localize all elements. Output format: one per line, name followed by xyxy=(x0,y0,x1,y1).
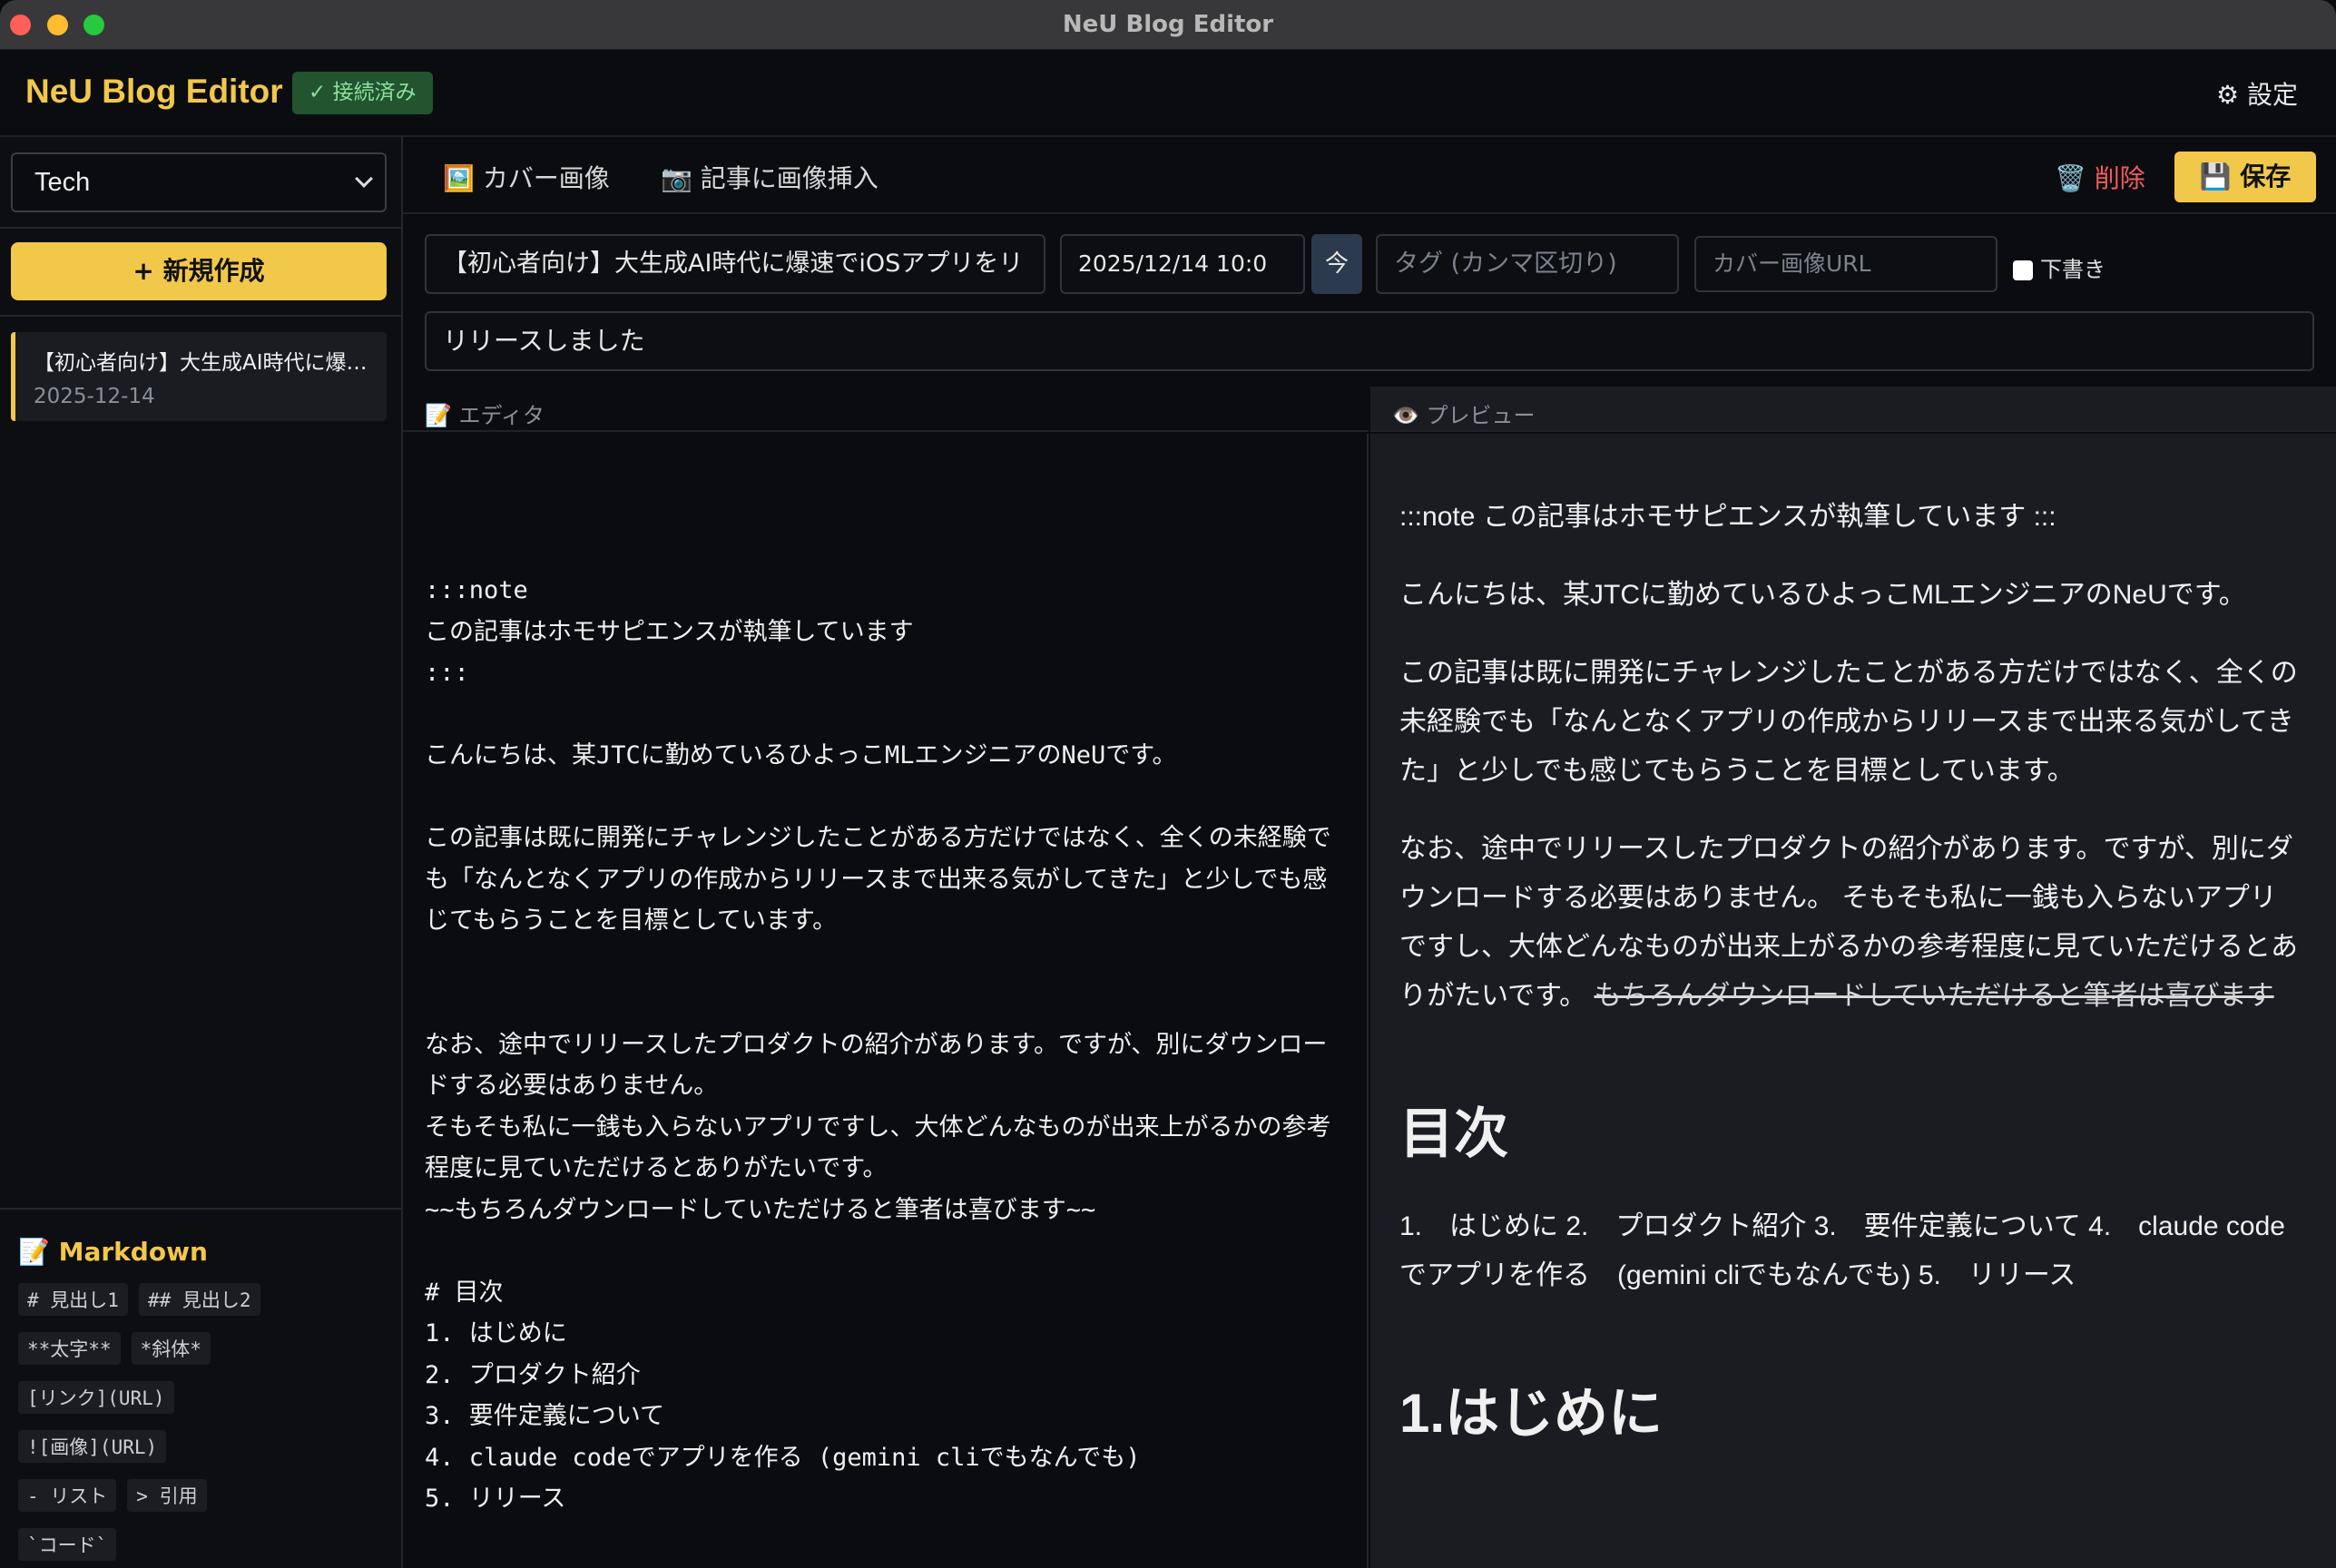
delete-button[interactable]: 🗑️ 削除 xyxy=(2055,159,2145,195)
new-post-button[interactable]: + 新規作成 xyxy=(11,242,387,300)
connection-status-badge: ✓ 接続済み xyxy=(292,72,433,114)
post-date: 2025-12-14 xyxy=(34,385,155,408)
preview-toc-list: 1. はじめに 2. プロダクト紹介 3. 要件定義について 4. claude… xyxy=(1399,1211,2285,1290)
sidebar: Tech + 新規作成 【初心者向け】大生成AI時代に爆速でiOSアプリをリリー… xyxy=(0,137,403,1568)
preview-heading-toc: 目次 xyxy=(1399,1103,1508,1164)
md-chip-heading2[interactable]: ## 見出し2 xyxy=(138,1283,260,1316)
category-select-value: Tech xyxy=(34,168,91,197)
md-chip-link[interactable]: [リンク](URL) xyxy=(18,1381,174,1414)
category-select[interactable]: Tech xyxy=(11,152,387,212)
draft-checkbox[interactable]: 下書き xyxy=(2013,251,2105,283)
md-chip-image[interactable]: ![画像](URL) xyxy=(18,1430,167,1463)
cover-image-button[interactable]: 🖼️ カバー画像 xyxy=(443,159,610,195)
preview-strikethrough: もちろんダウンロードしていただけると筆者は喜びます xyxy=(1594,981,2274,1011)
cover-url-input[interactable]: カバー画像URL xyxy=(1694,236,1997,292)
preview-paragraph: :::note この記事はホモサピエンスが執筆しています ::: xyxy=(1399,502,2056,532)
md-chip-heading1[interactable]: # 見出し1 xyxy=(18,1283,128,1316)
markdown-preview: :::note この記事はホモサピエンスが執筆しています ::: こんにちは、某… xyxy=(1370,434,2336,1568)
tags-input[interactable]: タグ (カンマ区切り) xyxy=(1376,234,1679,294)
settings-button[interactable]: ⚙ 設定 xyxy=(2216,75,2298,112)
divider xyxy=(0,315,401,317)
editor-pane-header: 📝 エディタ xyxy=(403,387,1369,432)
divider xyxy=(0,227,401,229)
preview-paragraph: こんにちは、某JTCに勤めているひよっこMLエンジニアのNeUです。 xyxy=(1399,580,2246,610)
subtitle-input[interactable]: リリースしました xyxy=(425,311,2314,371)
window-titlebar: NeU Blog Editor xyxy=(0,0,2336,50)
app-header: NeU Blog Editor ✓ 接続済み ⚙ 設定 xyxy=(0,50,2336,137)
md-chip-italic[interactable]: *斜体* xyxy=(131,1332,211,1365)
preview-paragraph: この記事は既に開発にチャレンジしたことがある方だけではなく、全くの未経験でも「な… xyxy=(1399,658,2298,786)
markdown-editor[interactable]: :::note この記事はホモサピエンスが執筆しています ::: こんにちは、某… xyxy=(403,434,1369,1568)
checkbox-icon[interactable] xyxy=(2013,260,2033,280)
markdown-cheatsheet: 📝 Markdown # 見出し1 ## 見出し2 **太字** *斜体* [リ… xyxy=(0,1208,401,1568)
save-button[interactable]: 💾 保存 xyxy=(2174,152,2316,202)
main-area: 🖼️ カバー画像 📷 記事に画像挿入 🗑️ 削除 💾 保存 【初心者向け】大生成… xyxy=(403,137,2336,1568)
post-list-item[interactable]: 【初心者向け】大生成AI時代に爆速でiOSアプリをリリースしました 2025-1… xyxy=(11,332,387,421)
markdown-cheatsheet-title: 📝 Markdown xyxy=(18,1237,208,1267)
preview-pane-header: 👁️ プレビュー xyxy=(1370,387,2336,432)
md-chip-code[interactable]: `コード` xyxy=(18,1528,117,1561)
editor-toolbar: 🖼️ カバー画像 📷 記事に画像挿入 🗑️ 削除 💾 保存 xyxy=(403,137,2336,214)
insert-image-button[interactable]: 📷 記事に画像挿入 xyxy=(661,159,878,195)
preview-paragraph: なお、途中でリリースしたプロダクトの紹介があります。ですが、別にダウンロードする… xyxy=(1399,825,2300,1021)
title-input[interactable]: 【初心者向け】大生成AI時代に爆速でiOSアプリをリ xyxy=(425,234,1045,294)
draft-label: 下書き xyxy=(2040,257,2105,282)
md-chip-bold[interactable]: **太字** xyxy=(18,1332,121,1365)
now-button[interactable]: 今 xyxy=(1311,234,1362,294)
date-input[interactable]: 2025/12/14 10:0 xyxy=(1060,234,1305,294)
chevron-down-icon xyxy=(355,170,373,188)
post-title: 【初心者向け】大生成AI時代に爆速でiOSアプリをリリースしました xyxy=(34,351,378,375)
md-chip-quote[interactable]: > 引用 xyxy=(127,1479,207,1512)
app-brand: NeU Blog Editor xyxy=(25,73,283,110)
preview-heading-intro: 1.はじめに xyxy=(1399,1383,1664,1444)
md-chip-list[interactable]: - リスト xyxy=(18,1479,117,1512)
window-title: NeU Blog Editor xyxy=(1062,11,1274,38)
